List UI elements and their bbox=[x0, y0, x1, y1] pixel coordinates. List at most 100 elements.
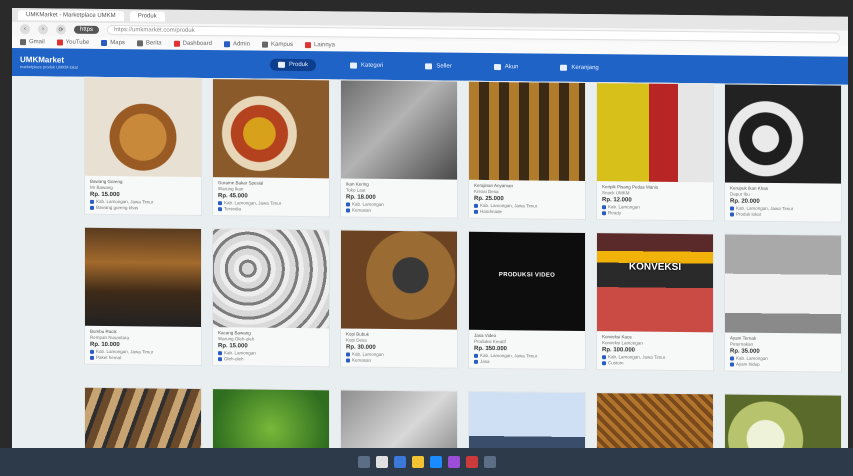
tag-icon bbox=[350, 62, 358, 69]
product-card[interactable]: KONVEKSI Konveksi Kaos Konveksi Lamongan… bbox=[596, 232, 714, 372]
product-price: Rp. 30.000 bbox=[346, 344, 376, 351]
nav-item-produk[interactable]: Produk bbox=[270, 58, 317, 72]
product-meta: Kerajinan Anyaman Kreasi Desa Rp. 25.000… bbox=[469, 180, 585, 219]
product-seller: Peternakan bbox=[730, 341, 754, 347]
product-image bbox=[469, 81, 585, 182]
product-card[interactable]: Bumbu Racik Rempah Nusantara Rp. 10.000 … bbox=[84, 226, 202, 366]
product-image bbox=[341, 230, 457, 330]
browser-icon[interactable] bbox=[429, 456, 442, 468]
bookmark-label: Gmail bbox=[29, 39, 45, 46]
browser-tab[interactable]: UMKMarket - Marketplace UMKM bbox=[18, 10, 124, 22]
product-seller: Warung Oleh-oleh bbox=[218, 336, 255, 342]
bookmark-label: Berita bbox=[145, 40, 162, 47]
product-card[interactable]: Ikan Kering Toko Laut Rp. 18.000 Kab. La… bbox=[340, 79, 458, 219]
nav-item-seller[interactable]: Seller bbox=[417, 60, 459, 72]
product-meta: Kopi Bubuk Kopi Desa Rp. 30.000 Kab. Lam… bbox=[341, 328, 457, 367]
product-card[interactable]: Kopi Bubuk Kopi Desa Rp. 30.000 Kab. Lam… bbox=[340, 229, 458, 369]
product-meta: Keripik Pisang Pedas Manis Snack UMKM Rp… bbox=[597, 181, 713, 220]
bookmark-item[interactable]: Kampus bbox=[261, 41, 293, 48]
bookmark-icon bbox=[173, 40, 180, 47]
product-card[interactable]: Kerajinan Anyaman Kreasi Desa Rp. 25.000… bbox=[468, 80, 586, 221]
back-icon[interactable]: ‹ bbox=[20, 24, 30, 35]
product-seller: Kopi Desa bbox=[346, 337, 367, 343]
product-tag: Custom bbox=[602, 360, 708, 367]
location-icon bbox=[474, 203, 478, 208]
product-image bbox=[213, 229, 329, 329]
bookmark-item[interactable]: Admin bbox=[223, 41, 250, 48]
bookmark-item[interactable]: Lainnya bbox=[305, 42, 335, 48]
bookmark-icon bbox=[223, 41, 230, 48]
nav-item-kategori[interactable]: Kategori bbox=[342, 59, 391, 72]
konveksi-banner-text: KONVEKSI bbox=[628, 261, 682, 274]
product-image bbox=[85, 77, 201, 177]
product-seller: Produksi Kreatif bbox=[474, 338, 506, 345]
location-icon bbox=[90, 349, 94, 354]
bookmark-icon bbox=[101, 39, 108, 46]
folder-icon[interactable] bbox=[411, 456, 424, 468]
bookmark-label: Lainnya bbox=[314, 42, 336, 49]
product-card[interactable]: Keripik Pisang Pedas Manis Snack UMKM Rp… bbox=[596, 82, 714, 222]
tag-icon bbox=[474, 209, 478, 214]
bookmark-item[interactable]: Gmail bbox=[20, 39, 45, 45]
product-tag: Bawang goreng khas bbox=[90, 205, 196, 212]
product-tag: Jasa bbox=[474, 359, 580, 366]
bookmark-icon bbox=[136, 40, 143, 47]
media-icon[interactable] bbox=[465, 456, 478, 468]
product-card[interactable]: Gurame Bakar Spesial Warung Ikan Rp. 45.… bbox=[212, 78, 330, 218]
nav-item-label: Produk bbox=[289, 61, 309, 69]
location-icon bbox=[346, 202, 350, 207]
product-image bbox=[85, 227, 201, 327]
secure-badge: https bbox=[74, 25, 100, 34]
product-image bbox=[213, 79, 329, 179]
browser-tabs: UMKMarket - Marketplace UMKM Produk bbox=[18, 10, 165, 22]
product-card[interactable]: Kacang Bawang Warung Oleh-oleh Rp. 15.00… bbox=[212, 228, 330, 368]
product-card[interactable]: Bawang Goreng Mr Bawang Rp. 15.000 Kab. … bbox=[84, 76, 202, 216]
settings-icon[interactable] bbox=[483, 456, 496, 468]
product-tag: Ready bbox=[602, 210, 708, 217]
location-icon bbox=[602, 204, 606, 210]
product-image bbox=[725, 234, 841, 334]
browser-window: UMKMarket - Marketplace UMKM Produk ‹ › … bbox=[12, 8, 848, 476]
bookmark-label: Kampus bbox=[270, 41, 293, 48]
product-card[interactable]: PRODUKSI VIDEO Jasa Video Produksi Kreat… bbox=[468, 230, 586, 371]
search-icon[interactable] bbox=[375, 456, 388, 468]
nav-item-akun[interactable]: Akun bbox=[486, 61, 527, 73]
location-icon bbox=[730, 356, 734, 361]
browser-tab[interactable]: Produk bbox=[129, 11, 165, 22]
bookmark-item[interactable]: YouTube bbox=[56, 39, 90, 46]
file-explorer-icon[interactable] bbox=[393, 456, 406, 468]
nav-item-keranjang[interactable]: Keranjang bbox=[552, 62, 606, 75]
location-icon bbox=[90, 199, 94, 204]
product-meta: Ikan Kering Toko Laut Rp. 18.000 Kab. La… bbox=[341, 178, 457, 217]
product-price: Rp. 15.000 bbox=[90, 191, 120, 199]
product-price: Rp. 20.000 bbox=[730, 198, 760, 205]
product-price: Rp. 10.000 bbox=[90, 341, 120, 349]
start-icon[interactable] bbox=[357, 456, 370, 468]
product-meta: Kacang Bawang Warung Oleh-oleh Rp. 15.00… bbox=[213, 327, 329, 366]
product-tag: Kemasan bbox=[346, 207, 452, 214]
product-tag: Ayam hidup bbox=[730, 362, 836, 369]
tag-icon bbox=[474, 359, 478, 364]
screenshot: UMKMarket - Marketplace UMKM Produk ‹ › … bbox=[0, 0, 853, 476]
brand-subtitle: marketplace produk UMKM lokal bbox=[20, 64, 78, 70]
reload-icon[interactable]: ⟳ bbox=[56, 24, 66, 35]
tag-icon bbox=[218, 356, 222, 362]
bookmark-item[interactable]: Dashboard bbox=[173, 40, 212, 47]
app-icon[interactable] bbox=[447, 456, 460, 468]
bookmark-item[interactable]: Berita bbox=[136, 40, 162, 47]
bookmark-item[interactable]: Maps bbox=[101, 39, 125, 46]
product-card[interactable]: Kerupuk Ikan Khas Dapur Ibu Rp. 20.000 K… bbox=[724, 83, 842, 223]
tag-icon bbox=[602, 210, 606, 216]
location-icon bbox=[474, 353, 478, 358]
bookmark-label: YouTube bbox=[65, 39, 90, 46]
product-tag: Tersedia bbox=[218, 206, 324, 213]
product-card[interactable]: Ayam Ternak Peternakan Rp. 35.000 Kab. L… bbox=[724, 233, 842, 373]
location-icon bbox=[346, 352, 350, 357]
bookmark-icon bbox=[56, 39, 63, 46]
product-meta: Konveksi Kaos Konveksi Lamongan Rp. 100.… bbox=[597, 331, 713, 370]
product-seller: Dapur Ibu bbox=[730, 191, 750, 197]
product-image bbox=[725, 84, 841, 184]
brand[interactable]: UMKMarket marketplace produk UMKM lokal bbox=[20, 55, 160, 70]
nav-item-label: Kategori bbox=[361, 62, 384, 69]
forward-icon[interactable]: › bbox=[38, 24, 48, 35]
